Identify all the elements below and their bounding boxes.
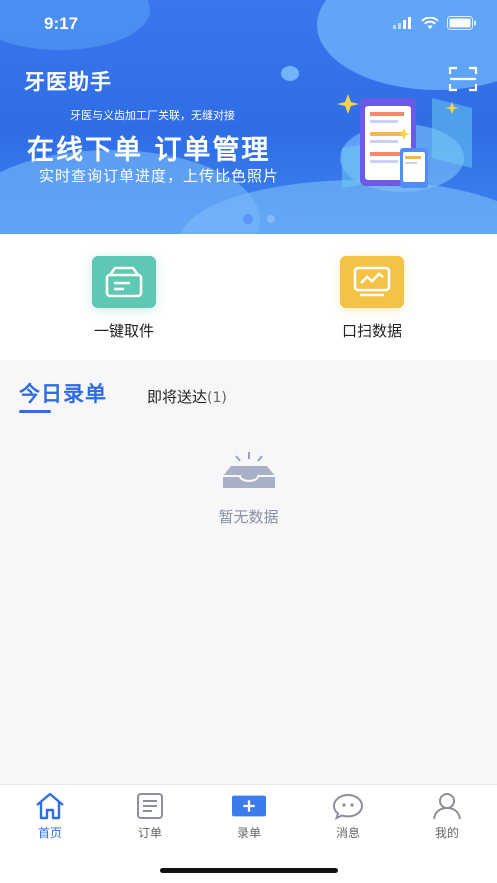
banner-illustration [337,94,472,192]
monitor-chart-icon [353,266,391,297]
status-bar: 9:17 [0,12,497,38]
banner-decoration [281,66,299,81]
nav-add-order[interactable]: 录单 [219,791,279,841]
nav-messages-label: 消息 [335,826,360,840]
banner-tagline: 牙医与义齿加工厂关联，无缝对接 [70,109,235,122]
battery-icon [447,16,476,30]
nav-add-order-label: 录单 [236,826,261,840]
tab-arriving-soon[interactable]: 即将送达(1) [147,386,227,407]
package-icon [105,266,143,298]
empty-tray-icon [222,452,275,488]
empty-state: 暂无数据 [0,450,497,527]
promo-banner[interactable]: 9:17 牙医助手 牙医与义齿加工厂关联，无缝对接 在线下单 订单管理 实时查询… [0,0,497,234]
active-tab-indicator [19,410,51,413]
tab-arriving-label: 即将送达 [147,388,208,406]
order-list-icon [137,793,163,819]
carousel-dot [267,215,275,223]
app-title: 牙医助手 [24,70,112,94]
tab-today-orders[interactable]: 今日录单 [19,378,107,413]
nav-orders-label: 订单 [137,826,162,840]
nav-home[interactable]: 首页 [20,791,80,841]
carousel-indicator [243,214,275,224]
tab-arriving-count: (1) [207,390,227,406]
carousel-dot-active [243,214,253,224]
empty-message: 暂无数据 [218,508,279,526]
message-icon [332,793,364,820]
pickup-tile[interactable] [92,256,156,308]
nav-profile-label: 我的 [434,826,459,840]
wifi-icon [421,16,439,29]
scan-data-label: 口扫数据 [341,322,402,340]
pickup-label: 一键取件 [93,322,154,340]
intraoral-scan-data-button[interactable]: 口扫数据 [312,256,432,341]
tab-today-label: 今日录单 [19,382,107,406]
one-click-pickup-button[interactable]: 一键取件 [64,256,184,341]
banner-subline: 实时查询订单进度，上传比色照片 [39,167,280,185]
nav-orders[interactable]: 订单 [120,791,180,841]
nav-home-label: 首页 [37,826,62,840]
profile-icon [433,793,461,820]
quick-actions: 一键取件 口扫数据 [0,234,497,360]
nav-messages[interactable]: 消息 [318,791,378,841]
home-indicator[interactable] [160,868,338,873]
home-icon [36,792,64,820]
banner-headline: 在线下单 订单管理 [27,135,271,166]
cellular-signal-icon [393,17,411,29]
scan-data-tile[interactable] [340,256,404,308]
status-time: 9:17 [44,14,79,33]
order-tabs: 今日录单 即将送达(1) [0,372,497,413]
add-order-icon [232,795,266,817]
nav-profile[interactable]: 我的 [417,791,477,841]
